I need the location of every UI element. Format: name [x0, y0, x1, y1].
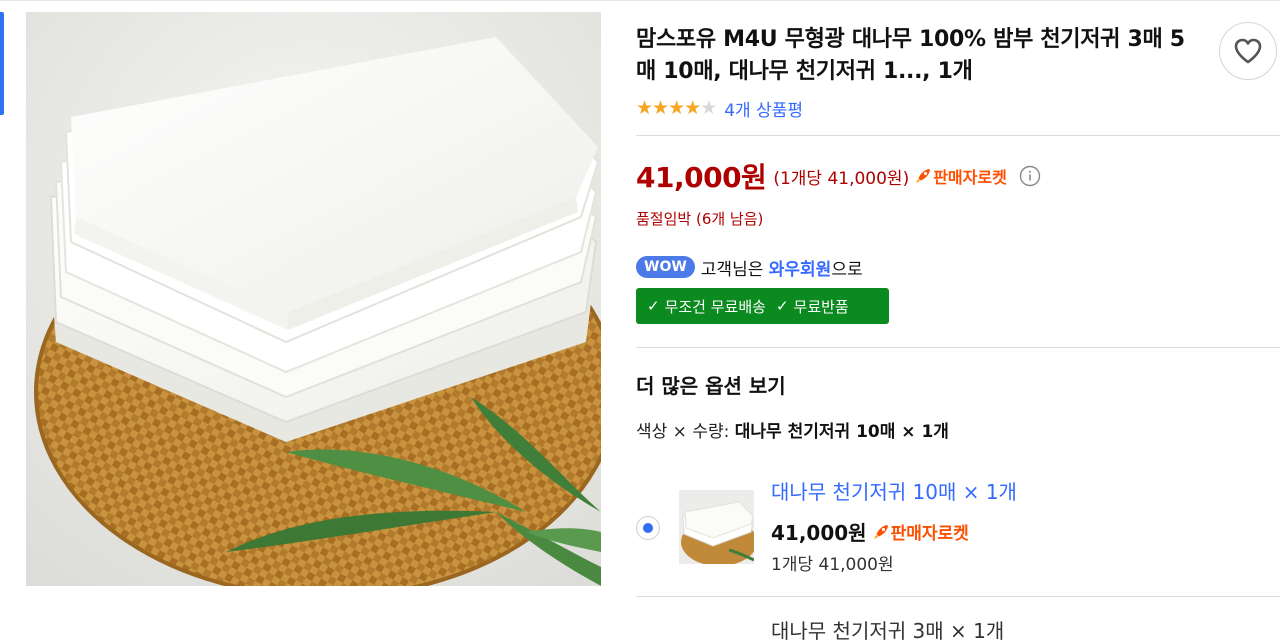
membership-row: WOW 고객님은 와우회원 으로 [636, 254, 863, 280]
sale-price: 41,000원 [636, 161, 767, 194]
section-divider [636, 596, 1280, 597]
star-filled-icon: ★ [684, 96, 701, 119]
membership-suffix: 으로 [831, 259, 863, 280]
option-name-link[interactable]: 대나무 천기저귀 3매 × 1개 [771, 615, 1004, 644]
option-summary: 색상 × 수량: 대나무 천기저귀 10매 × 1개 [636, 417, 949, 442]
option-unit-price: 1개당 41,000원 [771, 555, 894, 575]
price-row: 41,000원 (1개당 41,000원) 판매자로켓 [636, 157, 1041, 195]
star-filled-icon: ★ [636, 96, 653, 119]
membership-name: 와우회원 [768, 259, 832, 280]
info-icon[interactable] [1019, 165, 1041, 187]
bamboo-diaper-photo [26, 12, 601, 586]
benefit-free-return: 무료반품 [793, 297, 849, 316]
seller-rocket-badge: 판매자로켓 [871, 519, 969, 544]
product-title: 맘스포유 M4U 무형광 대나무 100% 밤부 천기저귀 3매 5매 10매,… [636, 27, 1185, 84]
check-icon: ✓ [775, 297, 789, 315]
option-price: 41,000원 [771, 521, 867, 545]
star-empty-icon: ★ [700, 96, 717, 119]
radio-dot [643, 523, 653, 533]
benefit-free-shipping: 무조건 무료배송 [664, 297, 766, 316]
seller-rocket-label: 판매자로켓 [933, 168, 1007, 187]
seller-rocket-label: 판매자로켓 [890, 524, 969, 544]
heart-icon [1234, 38, 1262, 64]
seller-rocket-badge: 판매자로켓 [913, 164, 1007, 188]
unit-price: (1개당 41,000원) [773, 168, 910, 189]
rating-row: ★★★★★ 4개 상품평 [636, 95, 803, 121]
top-divider [0, 0, 1280, 1]
review-count-link[interactable]: 4개 상품평 [724, 96, 803, 121]
option-name-link[interactable]: 대나무 천기저귀 10매 × 1개 [771, 476, 1017, 505]
check-icon: ✓ [647, 297, 660, 315]
section-divider [636, 135, 1280, 136]
rocket-icon [873, 524, 888, 539]
product-image[interactable] [26, 12, 601, 586]
section-divider [636, 347, 1280, 348]
rating-stars: ★★★★★ [636, 96, 717, 119]
wishlist-button[interactable] [1219, 22, 1277, 80]
more-options-heading: 더 많은 옵션 보기 [636, 374, 786, 398]
star-filled-icon: ★ [652, 96, 669, 119]
thumbnail-selection-indicator [0, 12, 4, 115]
membership-prefix: 고객님은 [700, 259, 769, 280]
option-radio-selected[interactable] [636, 516, 660, 540]
stock-status: 품절임박 (6개 남음) [636, 210, 764, 228]
option-summary-value: 대나무 천기저귀 10매 × 1개 [734, 422, 949, 442]
star-filled-icon: ★ [668, 96, 685, 119]
option-price-row: 41,000원 판매자로켓 [771, 517, 969, 546]
benefits-box: ✓ 무조건 무료배송 ✓ 무료반품 [636, 288, 889, 324]
option-thumbnail[interactable] [679, 490, 754, 564]
wow-badge: WOW [636, 256, 695, 278]
option-summary-label: 색상 × 수량: [636, 422, 735, 442]
rocket-icon [916, 169, 931, 183]
